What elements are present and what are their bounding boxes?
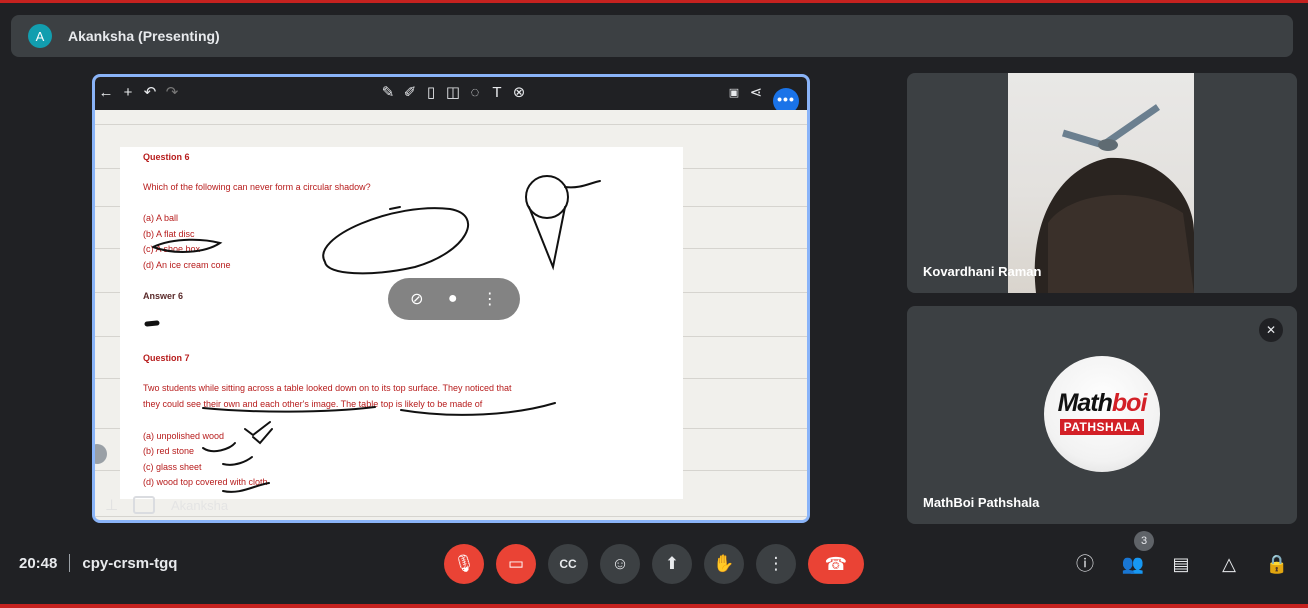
pin-icon[interactable]: ⊥: [105, 496, 118, 514]
shapes-icon[interactable]: ◫: [444, 84, 462, 102]
highlighter-icon[interactable]: ▯: [422, 84, 440, 102]
chat-icon[interactable]: ▤: [1169, 552, 1193, 576]
sticky-note-icon[interactable]: ◌: [466, 84, 484, 102]
logo-main-a: Math: [1057, 389, 1113, 417]
q6-option-d: (d) An ice cream cone: [143, 260, 231, 270]
mic-off-icon: ✕: [1259, 318, 1283, 342]
whiteboard-toolbar: ← + ↶ ↷ ✎ ✐ ▯ ◫ ◌ T ⊗ ▣ ⋖: [95, 77, 807, 110]
presenting-bar: A Akanksha (Presenting): [11, 15, 1293, 57]
captions-button[interactable]: CC: [548, 544, 588, 584]
floating-presenter-controls: ⊘ ● ⋮: [388, 278, 520, 320]
mic-off-button[interactable]: 🎙: [444, 544, 484, 584]
add-icon[interactable]: +: [119, 84, 137, 102]
unpin-icon[interactable]: ⊘: [410, 289, 423, 309]
presenter-footer: ⊥ Akanksha: [95, 492, 807, 520]
top-alert-strip: [0, 0, 1308, 3]
text-icon[interactable]: T: [488, 84, 506, 102]
reactions-button[interactable]: ☺: [600, 544, 640, 584]
participant-name: Kovardhani Raman: [923, 264, 1042, 279]
answer-6-title: Answer 6: [143, 291, 184, 301]
more-options-button[interactable]: ⋮: [756, 544, 796, 584]
presenting-label: Akanksha (Presenting): [68, 28, 220, 44]
participant-tile-kovardhani[interactable]: Kovardhani Raman: [907, 73, 1297, 293]
q6-option-c: (c) A shoe box: [143, 244, 201, 254]
meeting-time: 20:48: [19, 554, 58, 572]
share-icon[interactable]: ⋖: [747, 84, 765, 102]
participant-tile-mathboi[interactable]: ✕ Mathboi PATHSHALA MathBoi Pathshala: [907, 306, 1297, 524]
pen-icon[interactable]: ✎: [379, 84, 397, 102]
logo-text: Mathboi PATHSHALA: [1048, 389, 1156, 436]
host-controls-icon[interactable]: 🔒: [1265, 552, 1289, 576]
q6-option-b: (b) A flat disc: [143, 229, 195, 239]
redo-icon[interactable]: ↷: [163, 84, 181, 102]
camera-off-button[interactable]: ▭: [496, 544, 536, 584]
activities-icon[interactable]: △: [1217, 552, 1241, 576]
undo-icon[interactable]: ↶: [141, 84, 159, 102]
question-6-text: Which of the following can never form a …: [143, 182, 371, 192]
raise-hand-button[interactable]: ✋: [704, 544, 744, 584]
presenter-avatar: A: [28, 24, 52, 48]
meeting-details-icon[interactable]: ⓘ: [1073, 552, 1097, 576]
q7-option-a: (a) unpolished wood: [143, 431, 225, 441]
bottom-alert-strip: [0, 604, 1308, 608]
participant-name: MathBoi Pathshala: [923, 495, 1040, 510]
marker-icon[interactable]: ✐: [401, 84, 419, 102]
microphone-icon[interactable]: ●: [448, 290, 458, 308]
people-count-badge: 3: [1134, 531, 1154, 551]
leave-call-button[interactable]: ☎: [808, 544, 864, 584]
meeting-code: cpy-crsm-tgq: [82, 554, 178, 572]
question-7-title: Question 7: [143, 353, 190, 363]
people-icon[interactable]: 👥: [1121, 552, 1145, 576]
participant-avatar-logo: Mathboi PATHSHALA: [1044, 356, 1160, 472]
logo-main: Mathboi: [1048, 389, 1156, 418]
logo-subtitle: PATHSHALA: [1059, 419, 1145, 435]
meeting-info: 20:48 cpy-crsm-tgq: [19, 554, 177, 572]
worksheet-page: Question 6 Which of the following can ne…: [120, 147, 683, 499]
question-6-title: Question 6: [143, 152, 190, 162]
question-7-line-1: Two students while sitting across a tabl…: [143, 383, 512, 393]
shared-whiteboard[interactable]: ← + ↶ ↷ ✎ ✐ ▯ ◫ ◌ T ⊗ ▣ ⋖ ••• Question 6…: [92, 74, 810, 523]
q6-option-a: (a) A ball: [143, 213, 179, 223]
presenter-name-label: Akanksha: [171, 498, 229, 513]
present-now-button[interactable]: ⬆: [652, 544, 692, 584]
ai-icon[interactable]: ▣: [725, 84, 743, 102]
screen-icon[interactable]: [133, 496, 155, 514]
q7-option-c: (c) glass sheet: [143, 462, 202, 472]
ruled-line: [95, 124, 807, 125]
back-arrow-icon[interactable]: ←: [97, 84, 115, 102]
clear-frame-icon[interactable]: ⊗: [510, 84, 528, 102]
question-7-line-2: they could see their own and each other'…: [143, 399, 483, 409]
q7-option-b: (b) red stone: [143, 446, 195, 456]
kebab-menu-icon[interactable]: ⋮: [482, 289, 498, 309]
q7-option-d: (d) wood top covered with cloth: [143, 477, 268, 487]
participant-video: [1008, 73, 1194, 293]
separator: [69, 554, 71, 572]
video-frame-illustration: [1034, 104, 1194, 293]
logo-main-b: boi: [1111, 389, 1147, 417]
